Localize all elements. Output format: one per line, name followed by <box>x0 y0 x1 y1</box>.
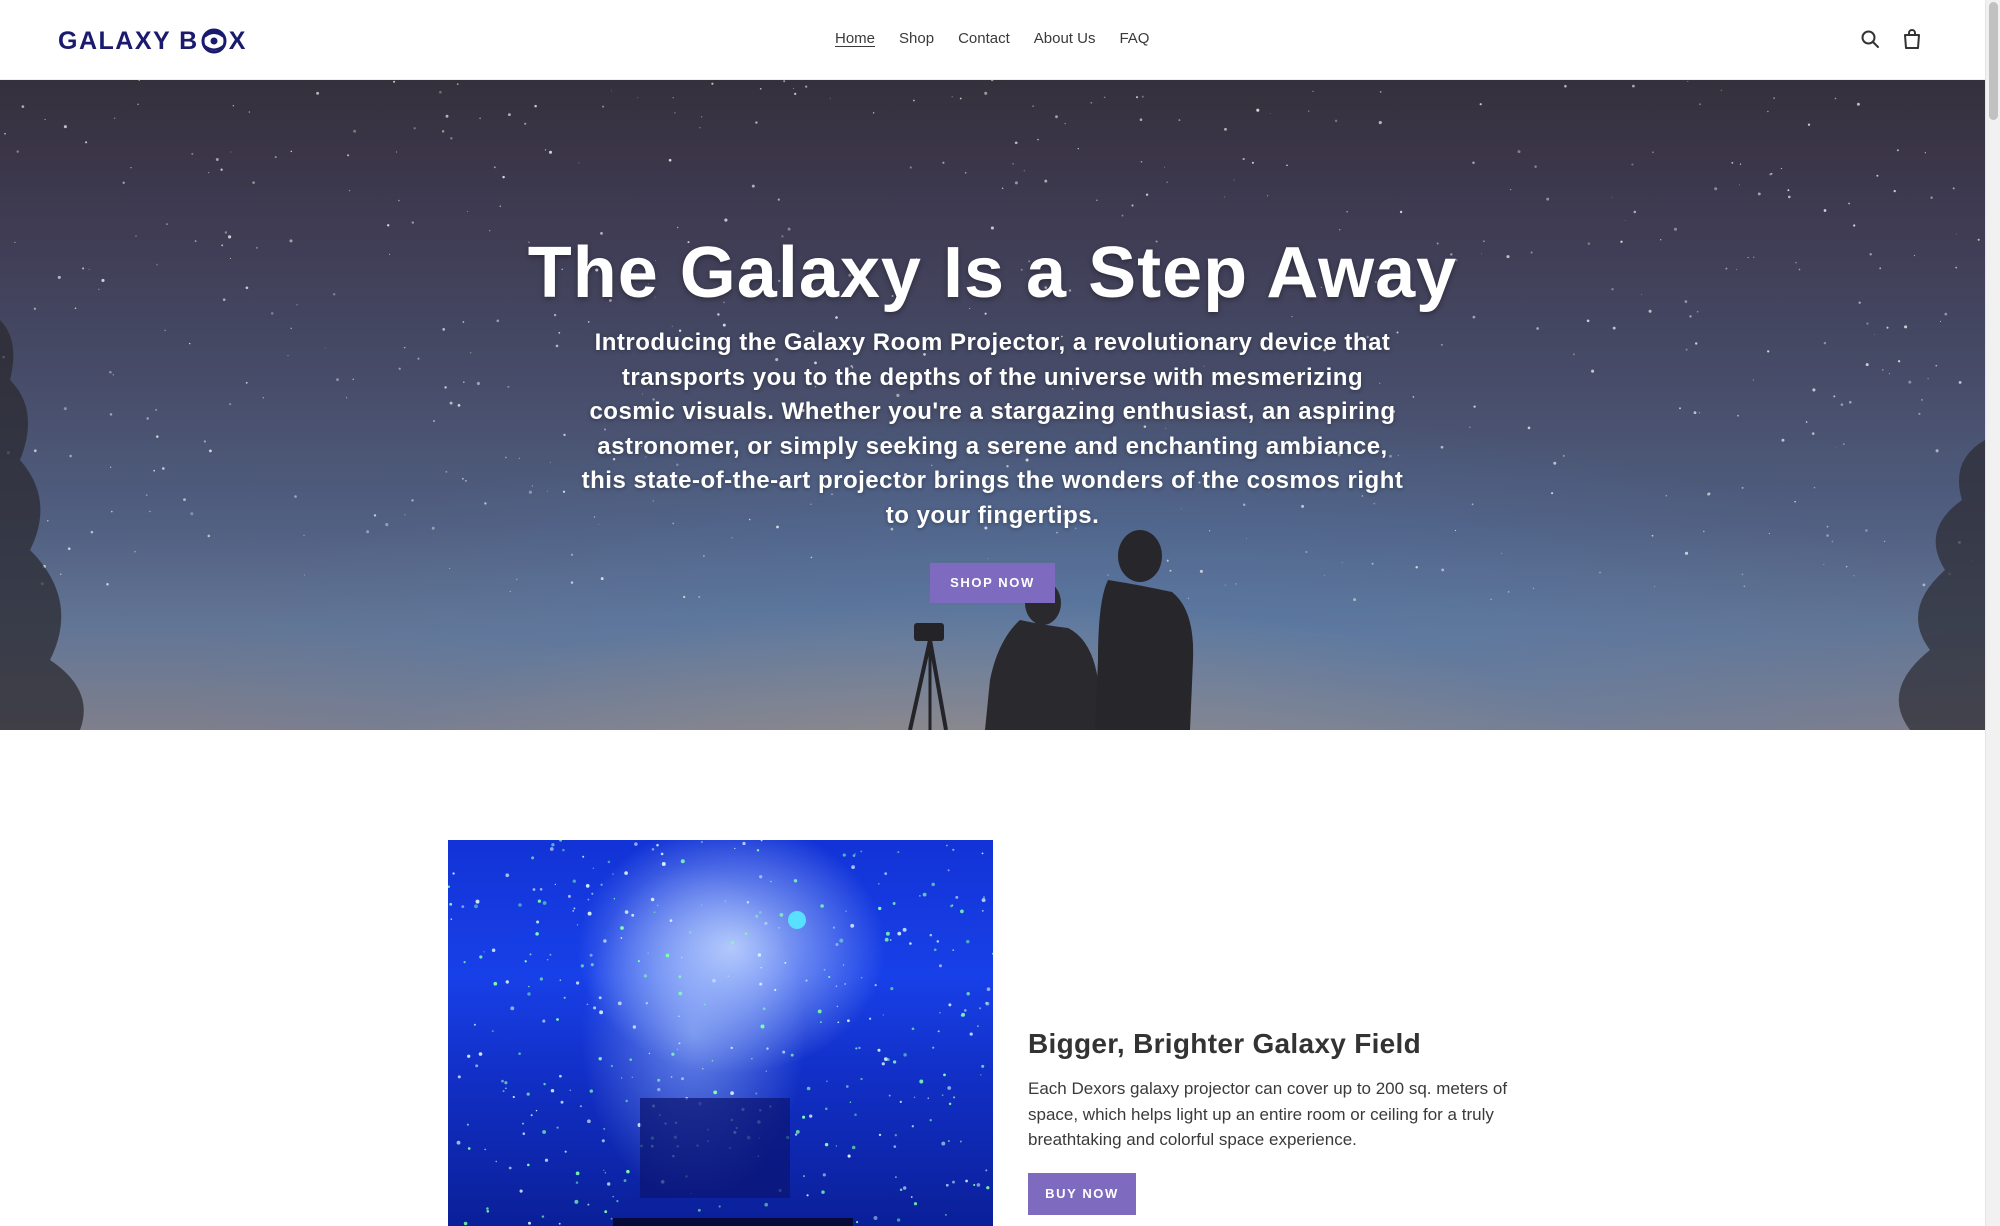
header-icons <box>1858 26 1924 52</box>
hero-subtitle: Introducing the Galaxy Room Projector, a… <box>581 329 1404 529</box>
cart-icon[interactable] <box>1900 26 1924 52</box>
hero-banner: The Galaxy Is a Step Away Introducing th… <box>0 80 1985 730</box>
page-scrollbar[interactable] <box>1985 0 2000 1226</box>
feature-title: Bigger, Brighter Galaxy Field <box>1028 1028 1422 1059</box>
hero-content: The Galaxy Is a Step Away Introducing th… <box>0 230 1985 603</box>
scrollbar-thumb[interactable] <box>1989 2 1998 120</box>
logo-text-right: X <box>228 26 247 55</box>
galaxy-projector-image <box>448 840 993 1226</box>
main-nav: Home Shop Contact About Us FAQ <box>835 28 1173 50</box>
search-icon[interactable] <box>1858 26 1882 52</box>
nav-shop[interactable]: Shop <box>899 28 934 50</box>
nav-faq[interactable]: FAQ <box>1119 28 1149 50</box>
brand-logo[interactable]: GALAXY B X <box>58 24 247 58</box>
buy-now-button[interactable]: BUY NOW <box>1028 1173 1136 1215</box>
projected-stars <box>448 840 993 1226</box>
nav-about-us[interactable]: About Us <box>1034 28 1096 50</box>
site-header: GALAXY B X Home Shop Contact About Us FA… <box>0 0 1985 80</box>
logo-text-left: GALAXY B <box>58 26 199 55</box>
hero-title: The Galaxy Is a Step Away <box>527 233 1458 313</box>
feature-description: Each Dexors galaxy projector can cover u… <box>1028 1079 1508 1149</box>
nav-contact[interactable]: Contact <box>958 28 1010 50</box>
shop-now-button[interactable]: SHOP NOW <box>930 563 1055 603</box>
nav-home[interactable]: Home <box>835 28 875 50</box>
logo-swirl-icon <box>200 27 228 55</box>
page: GALAXY B X Home Shop Contact About Us FA… <box>0 0 2000 1226</box>
